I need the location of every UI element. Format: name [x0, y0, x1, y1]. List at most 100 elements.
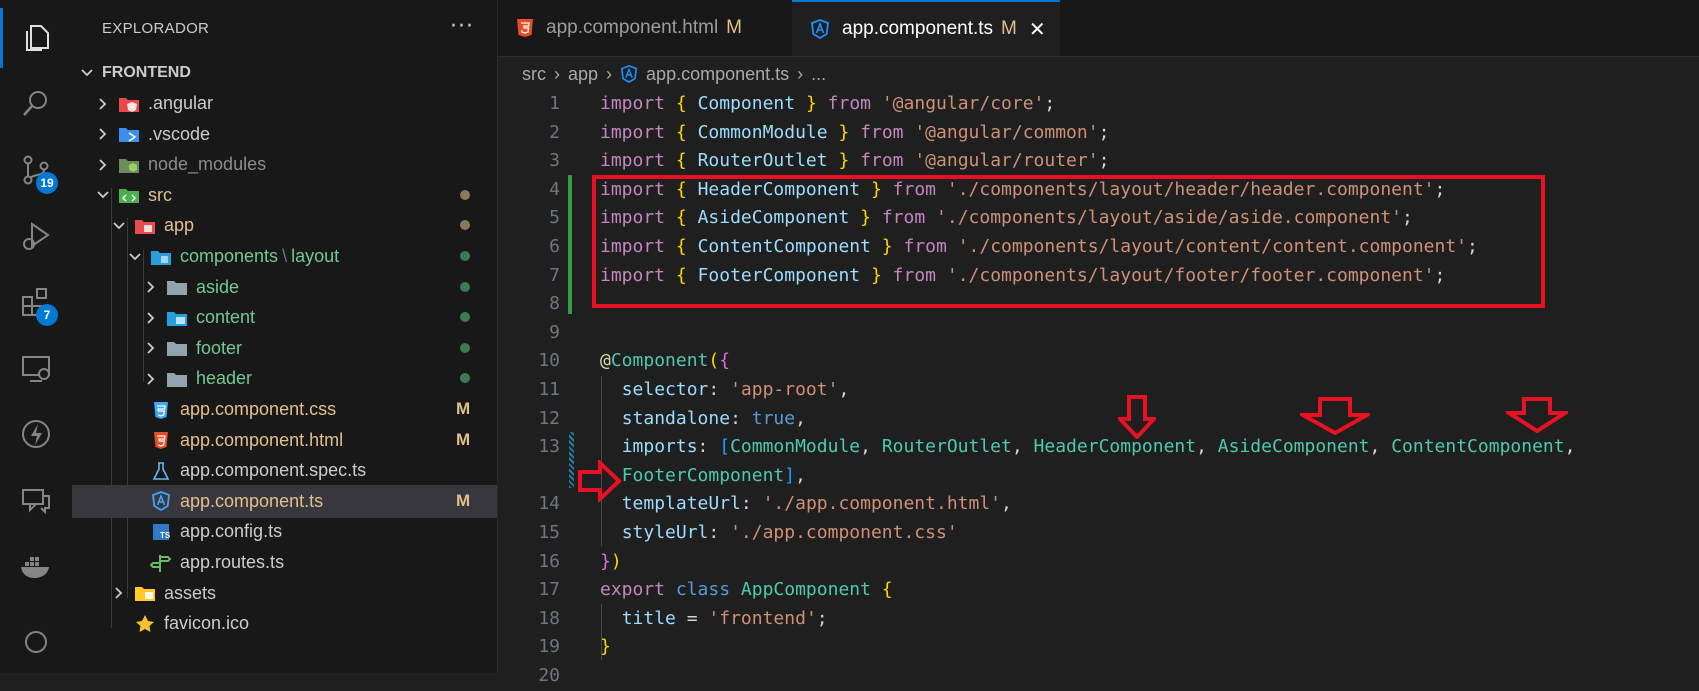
svg-text:TS: TS: [160, 531, 171, 540]
line-number: 9: [549, 321, 560, 343]
extensions-badge: 7: [36, 304, 58, 326]
root-folder-label: FRONTEND: [102, 63, 191, 81]
breadcrumb-file[interactable]: app.component.ts: [646, 64, 789, 85]
tree-item-label: aside: [196, 276, 240, 297]
tree-item-label: footer: [196, 337, 243, 358]
git-status-dot: [460, 373, 470, 384]
breadcrumb: src › app › app.component.ts › ...: [522, 60, 826, 88]
down-arrow-icon: [1300, 397, 1370, 435]
tree-item-label: layout: [291, 246, 340, 266]
tree-item[interactable]: app.routes.ts: [72, 546, 497, 579]
tree-item[interactable]: node_modules: [72, 148, 497, 181]
remote-explorer-icon[interactable]: [0, 338, 72, 398]
tree-item-label: app.component.ts: [180, 490, 324, 511]
tree-item[interactable]: favicon.ico: [72, 607, 497, 640]
code-text: selector: 'app-root',: [621, 379, 850, 400]
line-number: 2: [549, 121, 560, 143]
chevron-right-icon: [99, 128, 107, 140]
line-number: 20: [538, 665, 560, 686]
code-line: 19}: [498, 633, 1699, 662]
css-file-icon: [154, 401, 168, 419]
tab-app-component-ts[interactable]: app.component.ts M ✕: [792, 0, 1060, 56]
tree-item[interactable]: app: [72, 209, 497, 242]
chat-icon[interactable]: [0, 470, 72, 530]
tree-item[interactable]: aside: [72, 271, 497, 304]
folder-icon: [167, 372, 187, 387]
code-text: export class AppComponent {: [600, 579, 893, 601]
source-control-badge: 19: [36, 172, 58, 194]
tree-item-label: components: [180, 246, 279, 266]
docker-icon[interactable]: [0, 536, 72, 596]
line-number: 1: [549, 93, 560, 114]
tree-item-label: app.component.css: [180, 399, 337, 419]
tree-item[interactable]: app.component.spec.ts: [72, 454, 497, 487]
tab-app-component-html[interactable]: app.component.html M: [498, 0, 791, 56]
git-modified-mark: M: [456, 399, 471, 418]
line-number: 18: [538, 607, 560, 629]
tree-item[interactable]: src: [72, 179, 497, 212]
tree-item[interactable]: .angular: [72, 87, 497, 120]
tree-item-label: app.component.spec.ts: [180, 460, 367, 481]
tree-item[interactable]: content: [72, 301, 497, 334]
tree-item[interactable]: app.component.html M: [72, 424, 497, 457]
accounts-icon[interactable]: [0, 610, 72, 670]
line-number: 10: [538, 350, 560, 372]
code-line: 13 imports: [CommonModule, RouterOutlet,…: [498, 433, 1699, 462]
chevron-down-icon: [113, 222, 125, 230]
code-text: import { CommonModule } from '@angular/c…: [600, 121, 1110, 143]
source-control-icon[interactable]: 19: [0, 140, 72, 200]
down-arrow-icon: [1118, 395, 1156, 439]
tree-item[interactable]: .vscode: [72, 118, 497, 151]
git-status-dot: [460, 220, 470, 231]
modified-mark: M: [1001, 18, 1017, 39]
git-modified-mark: M: [456, 429, 471, 449]
line-number: 7: [549, 264, 560, 286]
git-modified-gutter: [569, 432, 574, 488]
git-added-gutter: [568, 175, 572, 314]
tree-item-label: content: [196, 307, 256, 328]
lightning-icon[interactable]: [0, 404, 72, 464]
line-number: 17: [538, 579, 560, 601]
breadcrumb-symbol[interactable]: ...: [811, 64, 826, 85]
extensions-icon[interactable]: 7: [0, 272, 72, 332]
tree-item-label: header: [196, 368, 253, 389]
tab-label: app.component.html: [546, 17, 719, 38]
tree-item[interactable]: app.component.css M: [72, 393, 497, 426]
more-actions-button[interactable]: ···: [450, 14, 474, 39]
code-line: 3 import { RouterOutlet } from '@angular/…: [498, 147, 1699, 176]
modified-mark: M: [726, 17, 742, 38]
breadcrumb-src[interactable]: src: [522, 64, 546, 85]
test-flask-icon: [152, 461, 170, 480]
tree-item[interactable]: components \ layout: [72, 240, 497, 273]
line-number: 16: [538, 550, 560, 572]
tree-item[interactable]: assets: [72, 577, 497, 610]
breadcrumb-separator: ›: [606, 63, 613, 84]
run-debug-icon[interactable]: [0, 206, 72, 266]
line-number: 5: [549, 207, 560, 229]
explorer-icon[interactable]: [0, 8, 72, 68]
explorer-sidebar: EXPLORADOR ··· FRONTEND .angular .vscode n…: [72, 0, 498, 673]
chevron-down-icon: [97, 191, 109, 199]
chevron-right-icon: [147, 312, 155, 324]
code-line: 16}): [498, 548, 1699, 577]
chevron-right-icon: [115, 587, 123, 599]
breadcrumb-app[interactable]: app: [568, 64, 598, 85]
tree-item[interactable]: header: [72, 362, 497, 395]
close-icon[interactable]: ✕: [1029, 17, 1046, 42]
chevron-right-icon: [99, 97, 107, 110]
tree-item-label: favicon.ico: [164, 613, 250, 634]
tree-item-label: app.config.ts: [180, 521, 283, 542]
tree-item[interactable]: footer: [72, 332, 497, 365]
tree-item-label: app: [164, 215, 195, 236]
folder-icon: [167, 281, 187, 296]
tree-item[interactable]: TS app.config.ts: [72, 515, 497, 548]
breadcrumb-separator: ›: [797, 63, 804, 84]
search-icon[interactable]: [0, 74, 72, 134]
tree-item[interactable]: app.component.ts M: [72, 484, 497, 518]
tree-root-frontend[interactable]: FRONTEND: [72, 56, 497, 89]
tree-item-label: app.routes.ts: [180, 552, 285, 572]
tree-item-label: app.component.html: [180, 429, 344, 450]
highlight-box: [592, 175, 1545, 308]
down-arrow-icon: [1506, 397, 1568, 433]
git-status-dot: [460, 189, 470, 200]
